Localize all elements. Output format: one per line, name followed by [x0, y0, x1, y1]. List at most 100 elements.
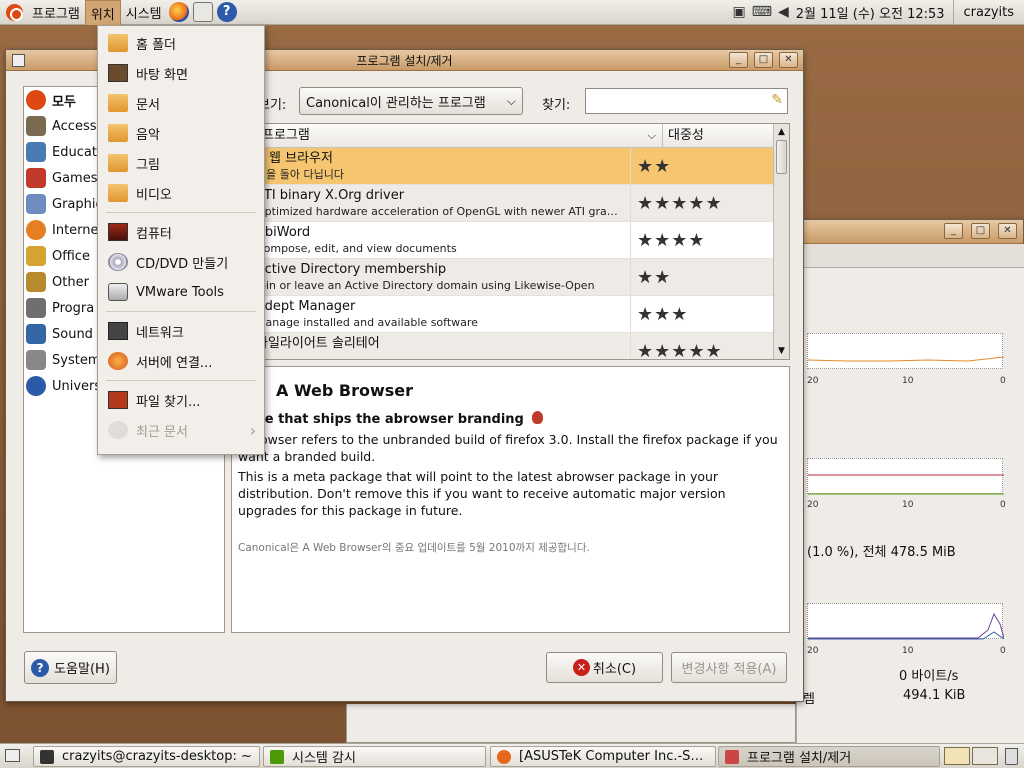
monitor-minimize-button[interactable]: _: [944, 223, 963, 239]
filter-combo[interactable]: Canonical이 관리하는 프로그램 ⌵: [299, 87, 523, 115]
filter-combo-value: Canonical이 관리하는 프로그램: [306, 95, 486, 111]
places-dropdown-menu: 홈 폴더 바탕 화면문서음악그림 비디오컴퓨터 CD/DVD 만들기 VMware To…: [97, 25, 265, 455]
popularity-stars: ★★★★: [630, 222, 742, 258]
places-menu-item[interactable]: 파일 찾기...: [98, 385, 264, 415]
places-menu-label: 문서: [136, 97, 160, 113]
mail-launcher-icon[interactable]: [192, 2, 213, 22]
category-label: Games: [52, 170, 98, 186]
search-icon: [108, 391, 128, 409]
scroll-thumb[interactable]: [776, 140, 787, 174]
app-row[interactable]: Active Directory membership Join or leave…: [232, 259, 789, 296]
popularity-column-header[interactable]: 대중성: [662, 124, 774, 147]
places-menu-item[interactable]: 홈 폴더: [98, 28, 264, 58]
places-menu-item[interactable]: CD/DVD 만들기: [98, 247, 264, 277]
scroll-down-arrow[interactable]: ▼: [774, 343, 789, 359]
net-tick-10: 10: [902, 646, 914, 656]
scroll-up-arrow[interactable]: ▲: [774, 124, 789, 140]
places-menu-item[interactable]: 컴퓨터: [98, 217, 264, 247]
app-description: Compose, edit, and view documents: [256, 242, 457, 255]
places-menu-item[interactable]: 네트워크: [98, 316, 264, 346]
recent-icon: [108, 421, 128, 439]
app-description: Optimized hardware acceleration of OpenG…: [256, 205, 618, 218]
places-menu-button[interactable]: 위치: [84, 0, 121, 25]
places-menu-item[interactable]: 그림: [98, 148, 264, 178]
cpu-tick-10: 10: [902, 376, 914, 386]
memory-graph: [807, 458, 1004, 495]
category-label: Educat: [52, 144, 97, 160]
clear-search-icon[interactable]: ✎: [771, 92, 783, 108]
taskbar-app-icon: [270, 749, 284, 764]
trash-icon[interactable]: [1005, 748, 1018, 765]
detail-title: A Web Browser: [276, 381, 414, 400]
workspace-switcher-2[interactable]: [972, 747, 998, 765]
places-menu-item[interactable]: 서버에 연결...: [98, 346, 264, 376]
category-label: Other: [52, 274, 89, 290]
places-menu-item[interactable]: 바탕 화면: [98, 58, 264, 88]
category-label: Univers: [52, 378, 102, 394]
net-tick-20: 20: [807, 646, 819, 656]
taskbar-button[interactable]: 프로그램 설치/제거: [718, 746, 940, 767]
help-icon: ?: [31, 658, 50, 677]
home-folder-icon: [108, 34, 128, 52]
search-input[interactable]: [586, 89, 766, 113]
volume-tray-icon[interactable]: ◀: [778, 4, 789, 20]
app-name: Active Directory membership: [256, 262, 447, 277]
help-launcher-icon[interactable]: ?: [216, 2, 237, 22]
monitor-maximize-button[interactable]: □: [971, 223, 990, 239]
app-row[interactable]: A 웹 브라우저 웹을 돌아 다닙니다 ★★: [232, 148, 789, 185]
main-close-button[interactable]: ✕: [779, 52, 798, 68]
category-label: System: [52, 352, 101, 368]
program-column-header[interactable]: 프로그램 ⌵: [232, 124, 662, 147]
places-menu-item[interactable]: 비디오: [98, 178, 264, 208]
places-menu-item[interactable]: 음악: [98, 118, 264, 148]
taskbar-button[interactable]: [ASUSTeK Computer Inc.-S…: [490, 746, 716, 767]
app-description: 웹을 돌아 다닙니다: [256, 168, 344, 181]
detail-para-1: ABrowser refers to the unbranded build o…: [238, 432, 778, 464]
main-minimize-button[interactable]: _: [729, 52, 748, 68]
taskbar-button[interactable]: 시스템 감시: [263, 746, 486, 767]
combo-chevron-icon: ⌵: [506, 93, 516, 108]
places-menu-label: 음악: [136, 127, 160, 143]
network-total-label: 렘: [803, 692, 815, 707]
network-tray-icon[interactable]: ▣: [733, 4, 746, 20]
cancel-icon: ✕: [572, 659, 590, 676]
app-row[interactable]: 아일라이어트 솔리테어 ★★★★★: [232, 333, 789, 359]
firefox-launcher-icon[interactable]: [168, 2, 189, 22]
applications-menu[interactable]: 프로그램: [27, 0, 85, 24]
places-menu-item[interactable]: VMware Tools: [98, 277, 264, 307]
workspace-switcher-1[interactable]: [944, 747, 970, 765]
top-panel: 프로그램 위치 시스템 ? ▣ ⌨ ◀ 2월 11일 (수) 오전 12:53 …: [0, 0, 1024, 25]
category-icon: [26, 194, 46, 214]
app-row[interactable]: AbiWord Compose, edit, and view documents…: [232, 222, 789, 259]
clock[interactable]: 2월 11일 (수) 오전 12:53: [796, 3, 945, 22]
network-icon: [108, 322, 128, 340]
system-menu[interactable]: 시스템: [121, 0, 167, 24]
help-button[interactable]: ? 도움말(H): [24, 651, 117, 684]
window-app-icon[interactable]: [12, 54, 25, 67]
ubuntu-logo-icon[interactable]: [6, 3, 23, 21]
cancel-button[interactable]: ✕ 취소(C): [546, 652, 663, 683]
show-desktop-icon[interactable]: [5, 749, 20, 762]
popularity-stars: ★★: [630, 259, 742, 295]
monitor-close-button[interactable]: ✕: [998, 223, 1017, 239]
category-icon: [26, 90, 46, 110]
places-menu-label: VMware Tools: [136, 284, 224, 300]
app-text: 아일라이어트 솔리테어: [232, 333, 630, 359]
places-menu-item[interactable]: 문서: [98, 88, 264, 118]
category-icon: [26, 142, 46, 162]
places-menu-item: 최근 문서 ›: [98, 415, 264, 445]
main-maximize-button[interactable]: □: [754, 52, 773, 68]
app-row[interactable]: ATI binary X.Org driver Optimized hardwar…: [232, 185, 789, 222]
keyboard-tray-icon[interactable]: ⌨: [752, 4, 772, 20]
detail-note: Canonical은 A Web Browser의 중요 업데이트를 5월 20…: [238, 542, 590, 554]
app-list-scrollbar[interactable]: ▲ ▼: [773, 124, 789, 359]
app-text: ATI binary X.Org driver Optimized hardwar…: [232, 185, 630, 221]
app-description: Manage installed and available software: [256, 316, 478, 329]
detail-para-2: This is a meta package that will point t…: [238, 469, 726, 518]
places-menu-label: 네트워크: [136, 325, 184, 341]
apply-button[interactable]: 변경사항 적용(A): [671, 652, 787, 683]
app-row[interactable]: Adept Manager Manage installed and availa…: [232, 296, 789, 333]
user-switcher[interactable]: crazyits: [952, 0, 1024, 25]
taskbar-button[interactable]: crazyits@crazyits-desktop: ~: [33, 746, 260, 767]
folder-icon: [108, 124, 128, 142]
